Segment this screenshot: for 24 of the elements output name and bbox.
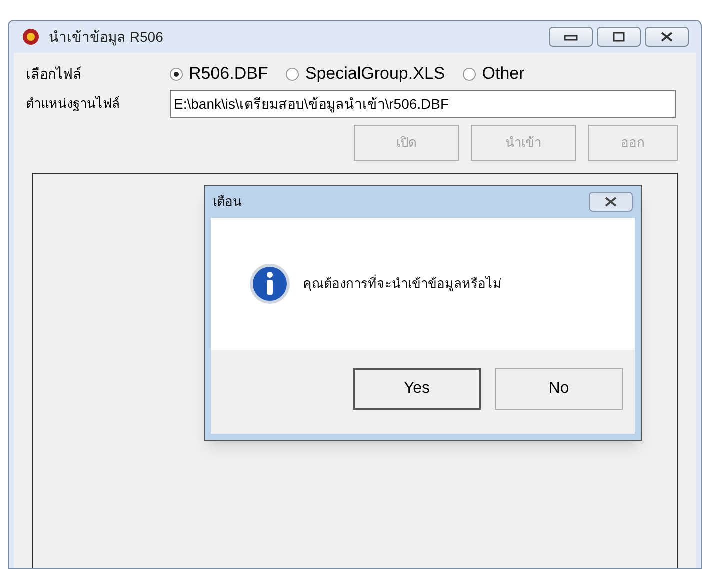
dialog-button[interactable]: No: [495, 368, 623, 410]
maximize-icon: [613, 32, 625, 42]
radio-button[interactable]: [463, 68, 476, 80]
app-logo-icon: [21, 28, 41, 46]
radio-button[interactable]: [286, 68, 300, 80]
minimize-icon: [564, 33, 578, 41]
file-path-label: ตำแหน่งฐานไฟล์: [26, 95, 121, 114]
dialog-close-button[interactable]: [589, 192, 633, 212]
dialog-title: เตือน: [213, 193, 242, 212]
radio-option[interactable]: R506.DBF: [170, 61, 268, 87]
radio-button[interactable]: [170, 68, 183, 80]
minimize-button[interactable]: [549, 27, 593, 47]
dialog-message: คุณต้องการที่จะนำเข้าข้อมูลหรือไม่: [303, 274, 502, 294]
file-choice-label: เลือกไฟล์: [26, 64, 83, 84]
info-icon: [249, 263, 291, 305]
close-icon: [660, 32, 674, 42]
window-title: นำเข้าข้อมูล R506: [49, 28, 164, 48]
radio-option[interactable]: SpecialGroup.XLS: [286, 61, 446, 87]
close-icon: [604, 197, 618, 207]
dialog-button[interactable]: Yes: [353, 368, 481, 410]
maximize-button[interactable]: [597, 27, 641, 47]
radio-option[interactable]: Other: [463, 61, 525, 87]
file-path-field[interactable]: E:\bank\is\เตรียมสอบ\ข้อมูลนำเข้า\r506.DBF: [170, 90, 676, 118]
close-button[interactable]: [645, 27, 689, 47]
